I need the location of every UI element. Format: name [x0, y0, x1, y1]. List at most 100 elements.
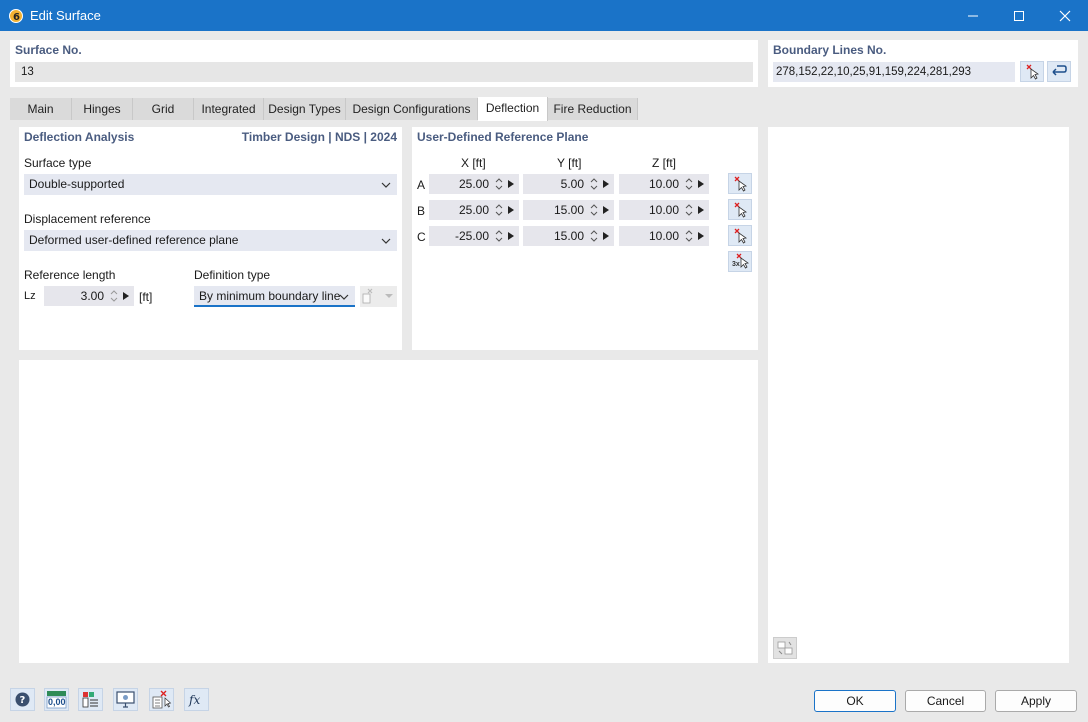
column-header-y: Y [ft] — [557, 156, 582, 170]
point-a-x-value: 25.00 — [458, 177, 489, 191]
point-c-x-input[interactable]: -25.00 — [429, 226, 519, 246]
ok-button[interactable]: OK — [814, 690, 896, 712]
point-c-x-value: -25.00 — [454, 229, 489, 243]
point-a-y-input[interactable]: 5.00 — [523, 174, 614, 194]
caret-right-icon[interactable] — [123, 292, 129, 300]
row-label-b: B — [417, 204, 426, 218]
caret-right-icon[interactable] — [698, 232, 704, 240]
definition-pick-button[interactable] — [360, 286, 397, 307]
point-c-z-input[interactable]: 10.00 — [619, 226, 709, 246]
chevron-down-icon — [381, 238, 391, 244]
monitor-icon — [116, 691, 135, 708]
spinner-icon[interactable] — [685, 228, 693, 244]
chevron-down-icon — [385, 294, 393, 298]
preview-settings-icon — [777, 641, 793, 655]
point-b-y-value: 15.00 — [553, 203, 584, 217]
reference-length-input[interactable]: 3.00 — [44, 286, 134, 306]
spinner-icon[interactable] — [685, 176, 693, 192]
reference-plane-panel: User-Defined Reference Plane X [ft] Y [f… — [412, 127, 758, 350]
caret-right-icon[interactable] — [508, 180, 514, 188]
tab-integrated[interactable]: Integrated — [194, 98, 264, 120]
pick-point-b-button[interactable] — [728, 199, 752, 220]
delete-selection-icon — [152, 690, 172, 709]
boundary-lines-field[interactable]: 278,152,22,10,25,91,159,224,281,293 — [773, 62, 1015, 82]
return-arrow-icon — [1052, 65, 1067, 76]
pick-boundary-button[interactable] — [1020, 61, 1044, 82]
spinner-icon[interactable] — [495, 202, 503, 218]
svg-text:?: ? — [20, 695, 26, 706]
units-button[interactable]: 0,00 — [44, 688, 69, 711]
caret-right-icon[interactable] — [508, 206, 514, 214]
close-icon — [1059, 10, 1071, 21]
caret-right-icon[interactable] — [603, 232, 609, 240]
tab-grid[interactable]: Grid — [133, 98, 194, 120]
spinner-icon[interactable] — [495, 176, 503, 192]
point-b-y-input[interactable]: 15.00 — [523, 200, 614, 220]
pick-point-c-button[interactable] — [728, 225, 752, 246]
close-button[interactable] — [1042, 0, 1088, 31]
caret-right-icon[interactable] — [508, 232, 514, 240]
surface-no-field[interactable]: 13 — [15, 62, 753, 82]
point-b-x-value: 25.00 — [458, 203, 489, 217]
spinner-icon[interactable] — [590, 176, 598, 192]
pick-point-a-button[interactable] — [728, 173, 752, 194]
reference-length-unit: [ft] — [139, 290, 153, 304]
boundary-panel: Boundary Lines No. 278,152,22,10,25,91,1… — [768, 40, 1078, 87]
design-standard-label: Timber Design | NDS | 2024 — [241, 130, 397, 144]
surface-type-select[interactable]: Double-supported — [24, 174, 397, 195]
maximize-icon — [1014, 10, 1024, 21]
tab-hinges[interactable]: Hinges — [72, 98, 133, 120]
point-b-z-value: 10.00 — [648, 203, 679, 217]
spinner-icon[interactable] — [590, 228, 598, 244]
pick-cursor-icon — [734, 228, 748, 244]
caret-right-icon[interactable] — [698, 180, 704, 188]
reverse-boundary-button[interactable] — [1047, 61, 1071, 82]
reference-plane-title: User-Defined Reference Plane — [417, 130, 589, 144]
column-header-z: Z [ft] — [652, 156, 676, 170]
pick-three-points-button[interactable]: 3x — [728, 251, 752, 272]
display-properties-icon — [82, 692, 98, 708]
spinner-icon[interactable] — [110, 288, 118, 304]
help-icon: ? — [15, 692, 30, 707]
app-icon: 6 — [9, 8, 23, 23]
spinner-icon[interactable] — [590, 202, 598, 218]
spinner-icon[interactable] — [495, 228, 503, 244]
tab-fire-reduction[interactable]: Fire Reduction — [548, 98, 638, 120]
point-b-z-input[interactable]: 10.00 — [619, 200, 709, 220]
maximize-button[interactable] — [996, 0, 1042, 31]
preview-options-button[interactable] — [773, 637, 797, 659]
surface-no-label: Surface No. — [15, 43, 82, 57]
tab-deflection[interactable]: Deflection — [478, 97, 548, 121]
deflection-analysis-title: Deflection Analysis — [24, 130, 135, 144]
help-button[interactable]: ? — [10, 688, 35, 711]
tab-strip: Main Hinges Grid Integrated Design Types… — [10, 97, 638, 121]
caret-right-icon[interactable] — [603, 206, 609, 214]
svg-text:6: 6 — [13, 12, 20, 23]
view-button[interactable] — [113, 688, 138, 711]
point-a-x-input[interactable]: 25.00 — [429, 174, 519, 194]
preview-panel — [768, 127, 1069, 663]
point-c-y-input[interactable]: 15.00 — [523, 226, 614, 246]
pick-line-icon — [362, 288, 373, 304]
display-properties-button[interactable] — [78, 688, 103, 711]
reference-length-value: 3.00 — [80, 289, 104, 303]
apply-button[interactable]: Apply — [995, 690, 1077, 712]
definition-type-select[interactable]: By minimum boundary line — [194, 286, 355, 307]
tab-design-configurations[interactable]: Design Configurations — [346, 98, 478, 120]
formula-icon: fx — [188, 693, 200, 707]
minimize-button[interactable] — [950, 0, 996, 31]
cancel-button[interactable]: Cancel — [905, 690, 986, 712]
tab-design-types[interactable]: Design Types — [264, 98, 346, 120]
point-a-z-input[interactable]: 10.00 — [619, 174, 709, 194]
point-c-y-value: 15.00 — [553, 229, 584, 243]
lz-symbol: Lz — [24, 290, 36, 302]
delete-selection-button[interactable] — [149, 688, 174, 711]
point-b-x-input[interactable]: 25.00 — [429, 200, 519, 220]
spinner-icon[interactable] — [685, 202, 693, 218]
tab-main[interactable]: Main — [10, 98, 72, 120]
displacement-reference-select[interactable]: Deformed user-defined reference plane — [24, 230, 397, 251]
caret-right-icon[interactable] — [603, 180, 609, 188]
caret-right-icon[interactable] — [698, 206, 704, 214]
formula-button[interactable]: fx — [184, 688, 209, 711]
reference-length-label: Reference length — [24, 268, 116, 282]
